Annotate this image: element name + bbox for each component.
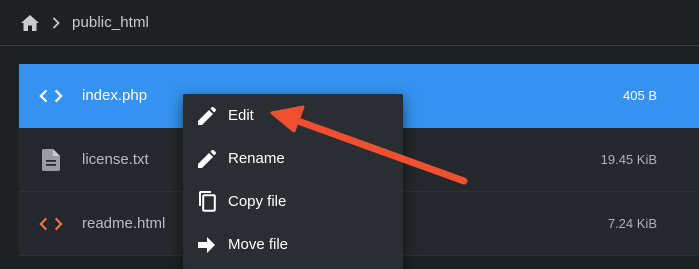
chevron-right-icon (52, 16, 62, 30)
copy-icon (197, 191, 217, 212)
menu-item-copy-file[interactable]: Copy file (183, 180, 403, 223)
menu-item-label: Copy file (228, 193, 287, 210)
pencil-icon (197, 149, 217, 169)
context-menu: Edit Rename Copy file Move file (183, 94, 403, 269)
home-icon[interactable] (21, 14, 39, 32)
code-icon (39, 213, 63, 235)
menu-item-move-file[interactable]: Move file (183, 223, 403, 266)
arrow-right-icon (197, 235, 217, 255)
file-name: readme.html (82, 215, 166, 232)
file-size: 405 B (623, 88, 657, 103)
menu-item-edit[interactable]: Edit (183, 94, 403, 137)
file-name: index.php (82, 87, 148, 104)
menu-item-label: Move file (228, 236, 289, 253)
file-size: 19.45 KiB (600, 152, 657, 167)
menu-item-rename[interactable]: Rename (183, 137, 403, 180)
file-name: license.txt (82, 151, 149, 168)
breadcrumb-current[interactable]: public_html (72, 14, 149, 31)
breadcrumb: public_html (0, 0, 699, 46)
document-icon (39, 149, 63, 171)
code-icon (39, 85, 63, 107)
menu-item-label: Rename (228, 150, 285, 167)
pencil-icon (197, 106, 217, 126)
menu-item-label: Edit (228, 107, 254, 124)
file-size: 7.24 KiB (607, 216, 657, 231)
